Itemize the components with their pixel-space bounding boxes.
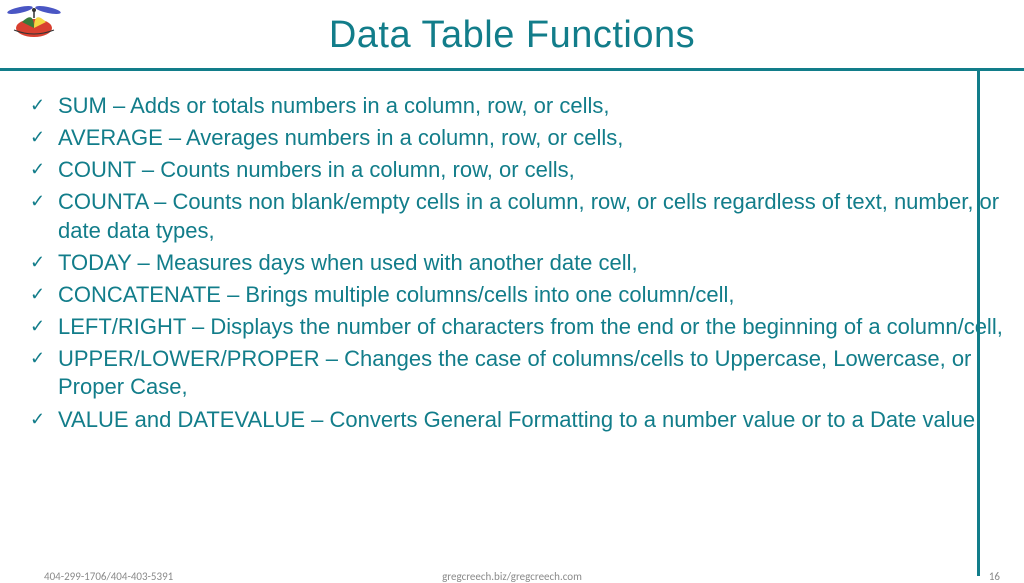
list-item-text: AVERAGE – Averages numbers in a column, … bbox=[58, 125, 623, 150]
function-list: ✓ SUM – Adds or totals numbers in a colum… bbox=[28, 92, 1004, 434]
list-item-text: COUNTA – Counts non blank/empty cells in… bbox=[58, 189, 999, 242]
list-item-text: LEFT/RIGHT – Displays the number of char… bbox=[58, 314, 1003, 339]
list-item: ✓ COUNTA – Counts non blank/empty cells i… bbox=[28, 188, 1004, 244]
checkmark-icon: ✓ bbox=[30, 158, 45, 181]
slide-number: 16 bbox=[989, 570, 1000, 583]
checkmark-icon: ✓ bbox=[30, 126, 45, 149]
list-item: ✓ SUM – Adds or totals numbers in a colum… bbox=[28, 92, 1004, 120]
list-item-text: SUM – Adds or totals numbers in a column… bbox=[58, 93, 609, 118]
checkmark-icon: ✓ bbox=[30, 315, 45, 338]
list-item-text: COUNT – Counts numbers in a column, row,… bbox=[58, 157, 575, 182]
list-item-text: UPPER/LOWER/PROPER – Changes the case of… bbox=[58, 346, 971, 399]
horizontal-divider bbox=[0, 68, 1024, 71]
list-item: ✓ TODAY – Measures days when used with an… bbox=[28, 249, 1004, 277]
checkmark-icon: ✓ bbox=[30, 408, 45, 431]
list-item: ✓ CONCATENATE – Brings multiple columns/c… bbox=[28, 281, 1004, 309]
checkmark-icon: ✓ bbox=[30, 283, 45, 306]
footer-website: gregcreech.biz/gregcreech.com bbox=[0, 570, 1024, 583]
list-item: ✓ UPPER/LOWER/PROPER – Changes the case o… bbox=[28, 345, 1004, 401]
checkmark-icon: ✓ bbox=[30, 94, 45, 117]
list-item-text: TODAY – Measures days when used with ano… bbox=[58, 250, 638, 275]
checkmark-icon: ✓ bbox=[30, 347, 45, 370]
content-area: ✓ SUM – Adds or totals numbers in a colum… bbox=[28, 92, 1004, 438]
list-item: ✓ LEFT/RIGHT – Displays the number of cha… bbox=[28, 313, 1004, 341]
list-item-text: VALUE and DATEVALUE – Converts General F… bbox=[58, 407, 975, 432]
checkmark-icon: ✓ bbox=[30, 190, 45, 213]
list-item: ✓ AVERAGE – Averages numbers in a column,… bbox=[28, 124, 1004, 152]
list-item: ✓ VALUE and DATEVALUE – Converts General … bbox=[28, 406, 1004, 434]
propeller-cap-icon bbox=[6, 4, 62, 43]
checkmark-icon: ✓ bbox=[30, 251, 45, 274]
list-item-text: CONCATENATE – Brings multiple columns/ce… bbox=[58, 282, 735, 307]
list-item: ✓ COUNT – Counts numbers in a column, row… bbox=[28, 156, 1004, 184]
slide-title: Data Table Functions bbox=[0, 0, 1024, 57]
